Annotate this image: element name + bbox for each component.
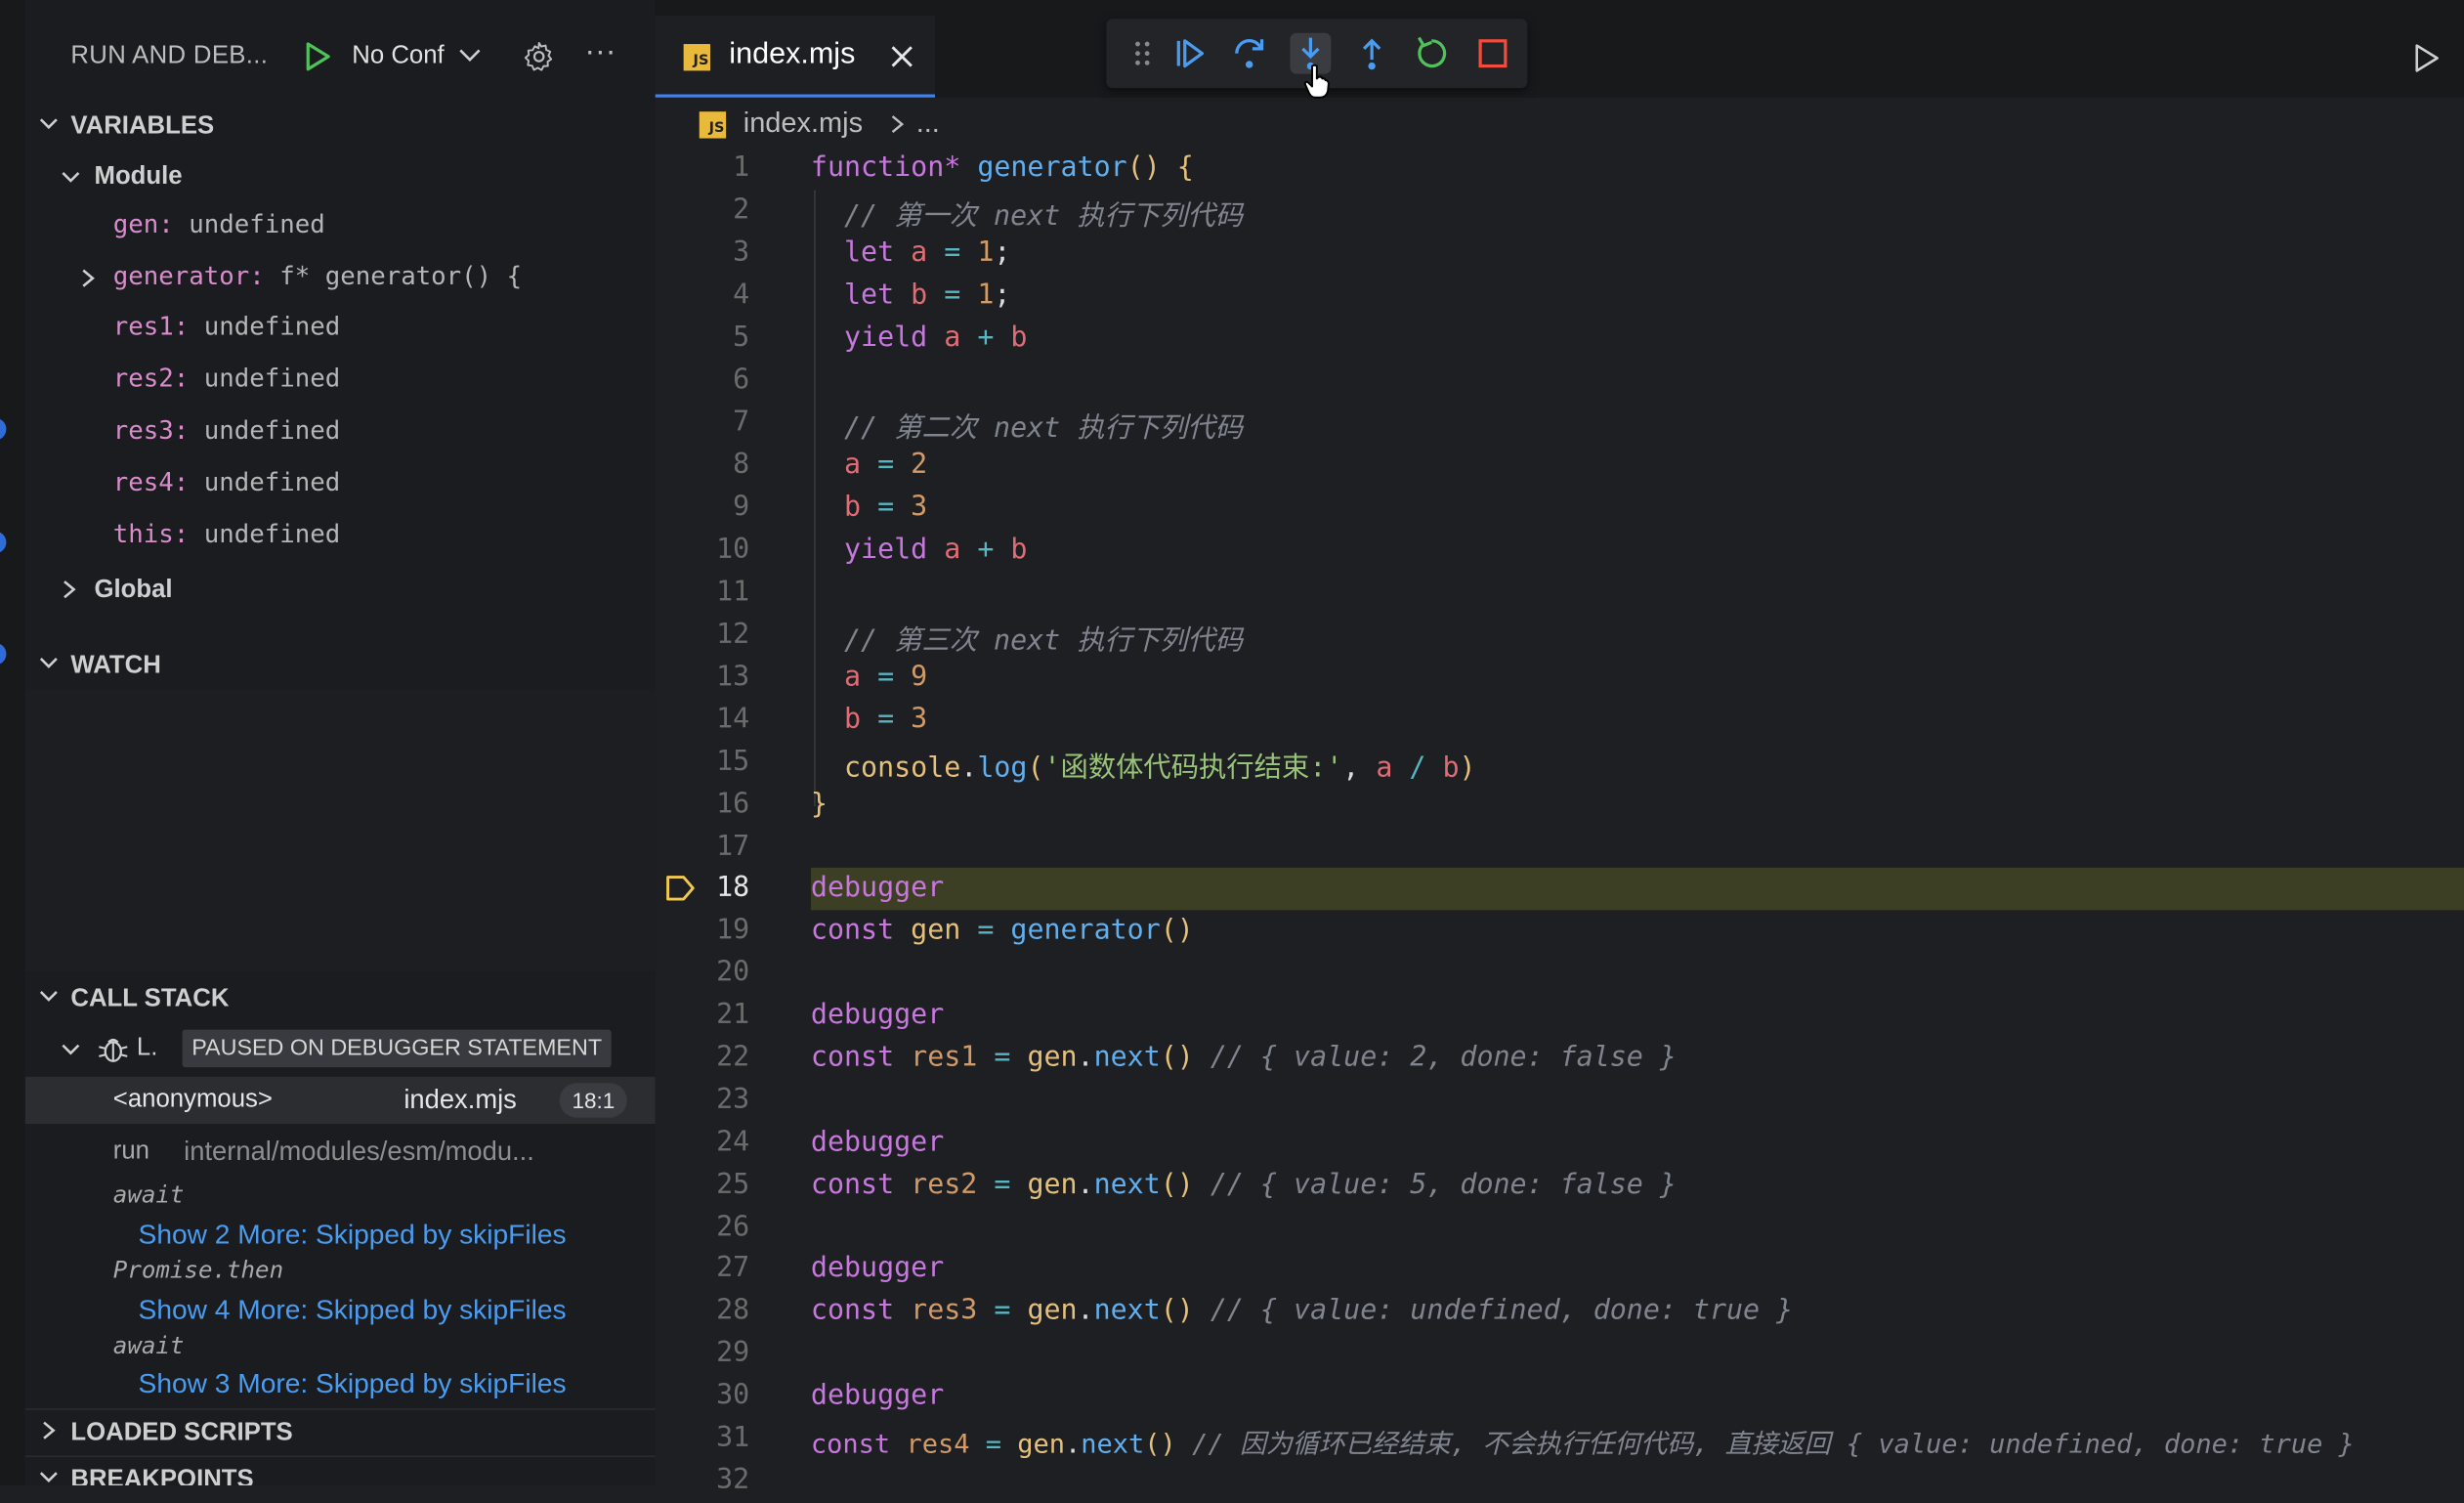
activity-strip	[0, 0, 25, 1486]
code-line: 13 a = 9	[716, 662, 928, 694]
code-line: 28 const res3 = gen.next() // { value: un…	[716, 1295, 1794, 1327]
variables-section-header[interactable]: VARIABLES	[25, 104, 656, 148]
position-badge: 18:1	[559, 1083, 628, 1118]
stop-icon[interactable]	[1472, 33, 1513, 74]
variable-row[interactable]: this: undefined	[113, 519, 340, 563]
variable-row[interactable]: res4: undefined	[113, 467, 340, 511]
code-line: 20	[716, 957, 750, 989]
js-file-icon: JS	[683, 44, 710, 71]
more-actions-icon[interactable]: ···	[584, 34, 616, 70]
step-over-icon[interactable]	[1229, 33, 1270, 74]
gear-icon[interactable]	[522, 39, 556, 73]
close-icon[interactable]	[888, 42, 916, 70]
code-line: 10 yield a + b	[716, 534, 1028, 567]
paused-badge: PAUSED ON DEBUGGER STATEMENT	[182, 1029, 612, 1068]
bug-icon	[99, 1038, 128, 1062]
variable-row[interactable]: res1: undefined	[113, 311, 340, 355]
code-line: 11	[716, 577, 750, 609]
strip-marker	[0, 531, 7, 554]
variable-row[interactable]: gen: undefined	[113, 209, 325, 253]
code-line: 2 // 第一次 next 执行下列代码	[733, 194, 1244, 234]
editor-area: JS index.mjs JS index.mjs ... 1 function*…	[655, 0, 2464, 1496]
breadcrumb: JS index.mjs ...	[656, 98, 2464, 148]
code-line: 23	[716, 1084, 750, 1117]
async-label: Promise.then	[112, 1256, 284, 1285]
strip-marker	[0, 417, 7, 441]
code-line: 15 console.log('函数体代码执行结束:', a / b)	[716, 747, 1476, 785]
code-line: 16}	[716, 789, 828, 821]
loaded-scripts-section-header[interactable]: LOADED SCRIPTS	[24, 1408, 656, 1454]
code-line: 27 debugger	[716, 1252, 945, 1285]
sidebar-title: RUN AND DEB...	[70, 42, 269, 69]
callstack-section-header[interactable]: CALL STACK	[25, 976, 656, 1020]
code-line-current: 18 debugger	[656, 868, 2464, 910]
code-line: 7 // 第二次 next 执行下列代码	[733, 407, 1244, 446]
tab-index-mjs[interactable]: JS index.mjs	[655, 16, 935, 98]
tab-bar: JS index.mjs	[655, 0, 2464, 98]
code-line: 5 yield a + b	[733, 322, 1028, 354]
hand-cursor-icon	[1303, 64, 1330, 99]
js-file-icon: JS	[699, 111, 727, 139]
thread-row[interactable]: L. PAUSED ON DEBUGGER STATEMENT	[25, 1025, 656, 1072]
variable-row[interactable]: res2: undefined	[113, 364, 340, 408]
code-line: 21 debugger	[716, 1000, 945, 1032]
code-line: 22 const res1 = gen.next() // { value: 2,…	[716, 1042, 1677, 1074]
module-scope[interactable]: Module	[25, 155, 656, 199]
code-line: 29	[716, 1337, 750, 1370]
breadcrumb-file[interactable]: index.mjs	[743, 107, 863, 140]
chevron-down-icon[interactable]	[455, 41, 484, 69]
code-line: 32	[716, 1465, 750, 1497]
chevron-right-icon	[43, 1421, 56, 1439]
chevron-down-icon	[62, 172, 80, 183]
config-select[interactable]: No Conf	[352, 42, 444, 70]
code-line: 26	[716, 1212, 750, 1244]
code-line: 6	[733, 365, 750, 397]
sidebar-header: RUN AND DEB... No Conf ···	[24, 0, 656, 98]
strip-marker	[0, 642, 7, 666]
tab-label: index.mjs	[729, 37, 856, 71]
chevron-right-icon	[891, 115, 905, 134]
code-line: 9 b = 3	[733, 492, 928, 524]
skipped-frames-link[interactable]: Show 4 More: Skipped by skipFiles	[25, 1289, 656, 1330]
debug-sidebar: RUN AND DEB... No Conf ··· VARIABLES Mod…	[24, 0, 656, 1486]
variable-row[interactable]: res3: undefined	[113, 415, 340, 459]
watch-section-header[interactable]: WATCH	[25, 643, 656, 687]
code-line: 8 a = 2	[733, 450, 928, 482]
start-debugging-icon[interactable]	[302, 39, 333, 73]
continue-icon[interactable]	[1169, 33, 1211, 74]
stack-frame-selected[interactable]: <anonymous> index.mjs 18:1	[24, 1076, 656, 1125]
drag-grip-icon[interactable]	[1131, 38, 1154, 69]
chevron-down-icon	[39, 658, 58, 668]
chevron-right-icon	[82, 269, 95, 287]
code-line: 17	[716, 831, 750, 864]
chevron-down-icon	[39, 991, 58, 1002]
async-label: await	[112, 1331, 185, 1360]
code-line: 19 const gen = generator()	[716, 915, 1194, 947]
breakpoints-section-header[interactable]: BREAKPOINTS	[24, 1455, 656, 1485]
async-label: await	[112, 1180, 185, 1209]
code-line: 14 b = 3	[716, 704, 928, 736]
skipped-frames-link[interactable]: Show 3 More: Skipped by skipFiles	[25, 1363, 656, 1404]
code-line: 30 debugger	[716, 1380, 945, 1412]
code-line: 3 let a = 1;	[733, 236, 1011, 270]
chevron-down-icon	[39, 1472, 58, 1483]
chevron-right-icon	[64, 580, 76, 599]
global-scope[interactable]: Global	[25, 569, 656, 613]
code-line: 1 function* generator() {	[733, 152, 1194, 185]
code-line: 31 const res4 = gen.next() // 因为循环已经结束, 不…	[716, 1422, 2355, 1459]
code-line: 25 const res2 = gen.next() // { value: 5,…	[716, 1169, 1677, 1201]
code-line: 24 debugger	[716, 1127, 945, 1159]
watch-panel	[24, 688, 656, 972]
chevron-down-icon	[62, 1044, 80, 1055]
chevron-down-icon	[39, 118, 58, 130]
stack-frame[interactable]: run internal/modules/esm/modu...	[25, 1129, 656, 1176]
code-line: 4 let b = 1;	[733, 279, 1011, 312]
breadcrumb-more[interactable]: ...	[916, 107, 940, 140]
run-icon[interactable]	[2410, 41, 2442, 75]
step-out-icon[interactable]	[1351, 33, 1392, 74]
code-line: 12 // 第三次 next 执行下列代码	[716, 619, 1244, 658]
skipped-frames-link[interactable]: Show 2 More: Skipped by skipFiles	[25, 1214, 656, 1255]
restart-icon[interactable]	[1411, 33, 1452, 74]
